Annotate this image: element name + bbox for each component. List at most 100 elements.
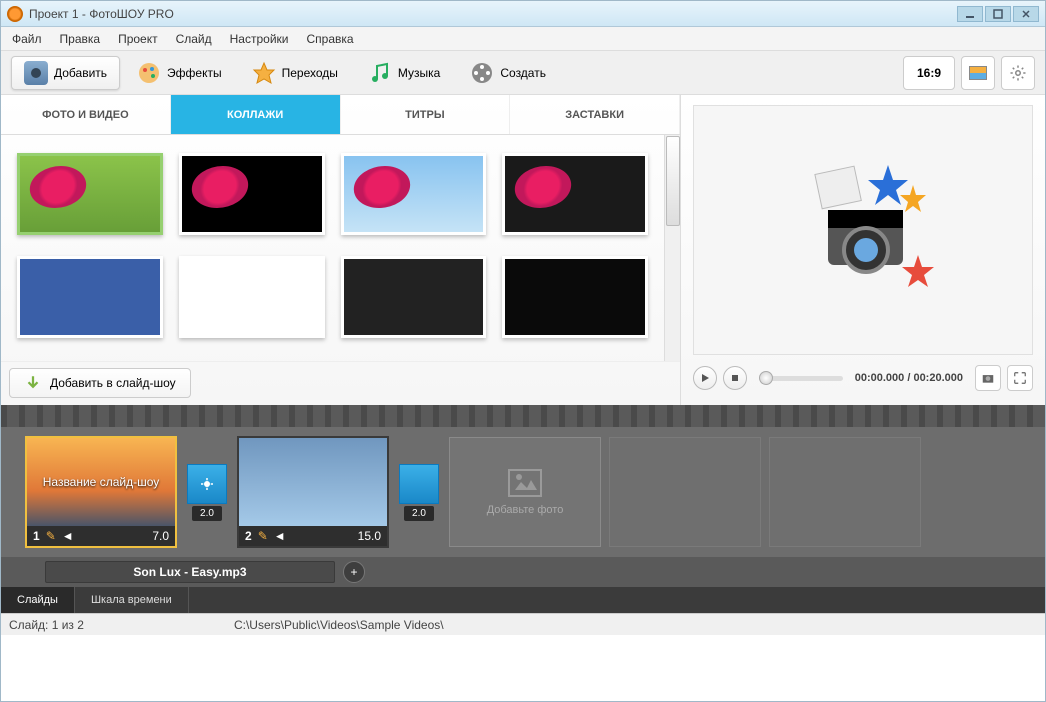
menu-slide[interactable]: Слайд	[167, 29, 221, 49]
music-icon	[368, 61, 392, 85]
menu-settings[interactable]: Настройки	[221, 29, 298, 49]
view-tabs: Слайды Шкала времени	[1, 587, 1045, 613]
add-audio-button[interactable]: +	[343, 561, 365, 583]
slide-duration: 7.0	[152, 529, 169, 543]
subtab-photo-video[interactable]: ФОТО И ВИДЕО	[1, 95, 171, 134]
slide-duration: 15.0	[358, 529, 381, 543]
transition[interactable]: 2.0	[185, 464, 229, 521]
camera-icon	[981, 371, 995, 385]
timeline-slide[interactable]: 2 ✎ ◄ 15.0	[237, 436, 389, 548]
music-tab-label: Музыка	[398, 66, 440, 80]
transition[interactable]: 2.0	[397, 464, 441, 521]
edit-icon[interactable]: ✎	[46, 529, 56, 543]
edit-icon[interactable]: ✎	[258, 529, 268, 543]
audio-clip[interactable]: Son Lux - Easy.mp3	[45, 561, 335, 583]
palette-icon	[137, 61, 161, 85]
window-title: Проект 1 - ФотоШОУ PRO	[29, 7, 955, 21]
stop-button[interactable]	[723, 366, 747, 390]
collage-thumbnails	[1, 135, 664, 361]
background-button[interactable]	[961, 56, 995, 90]
slide-number: 1	[33, 529, 40, 543]
play-button[interactable]	[693, 366, 717, 390]
collage-thumb[interactable]	[179, 153, 325, 235]
audio-track: Son Lux - Easy.mp3 +	[1, 557, 1045, 587]
transition-duration: 2.0	[404, 506, 434, 521]
image-icon	[969, 66, 987, 80]
collage-thumb[interactable]	[17, 256, 163, 338]
slides-row: Название слайд-шоу 1 ✎ ◄ 7.0 2.0 2 ✎ ◄ 1…	[1, 427, 1045, 557]
time-display: 00:00.000 / 00:20.000	[855, 372, 963, 384]
subtab-titles[interactable]: ТИТРЫ	[341, 95, 511, 134]
add-to-slideshow-label: Добавить в слайд-шоу	[50, 376, 176, 390]
create-tab[interactable]: Создать	[457, 56, 559, 90]
menu-help[interactable]: Справка	[297, 29, 362, 49]
timeline-slide[interactable]: Название слайд-шоу 1 ✎ ◄ 7.0	[25, 436, 177, 548]
menu-project[interactable]: Проект	[109, 29, 167, 49]
collage-thumb[interactable]	[502, 256, 648, 338]
add-tab-label: Добавить	[54, 66, 107, 80]
work-area: ФОТО И ВИДЕО КОЛЛАЖИ ТИТРЫ ЗАСТАВКИ Доба…	[1, 95, 1045, 405]
statusbar: Слайд: 1 из 2 C:\Users\Public\Videos\Sam…	[1, 613, 1045, 635]
add-to-slideshow-button[interactable]: Добавить в слайд-шоу	[9, 368, 191, 398]
gear-icon	[1009, 64, 1027, 82]
settings-button[interactable]	[1001, 56, 1035, 90]
collage-thumb[interactable]	[179, 256, 325, 338]
menu-file[interactable]: Файл	[3, 29, 51, 49]
snapshot-button[interactable]	[975, 365, 1001, 391]
menubar: Файл Правка Проект Слайд Настройки Справ…	[1, 27, 1045, 51]
collage-thumb[interactable]	[341, 256, 487, 338]
thumbnails-scrollbar[interactable]	[664, 135, 680, 361]
empty-slot[interactable]	[769, 437, 921, 547]
star-icon	[252, 61, 276, 85]
view-tab-timeline[interactable]: Шкала времени	[75, 587, 189, 613]
subtab-intros[interactable]: ЗАСТАВКИ	[510, 95, 680, 134]
placeholder-label: Добавьте фото	[487, 504, 564, 516]
status-slide-info: Слайд: 1 из 2	[9, 618, 84, 632]
sound-icon[interactable]: ◄	[274, 529, 286, 543]
effects-tab[interactable]: Эффекты	[124, 56, 235, 90]
aspect-ratio-button[interactable]: 16:9	[903, 56, 955, 90]
slide-number: 2	[245, 529, 252, 543]
preview-canvas	[693, 105, 1033, 355]
transitions-tab-label: Переходы	[282, 66, 338, 80]
sub-tabs: ФОТО И ВИДЕО КОЛЛАЖИ ТИТРЫ ЗАСТАВКИ	[1, 95, 680, 135]
transition-icon	[198, 475, 216, 493]
collage-thumb[interactable]	[502, 153, 648, 235]
slide-thumbnail	[239, 438, 387, 526]
add-photo-placeholder[interactable]: Добавьте фото	[449, 437, 601, 547]
slide-thumbnail: Название слайд-шоу	[27, 438, 175, 526]
view-tab-slides[interactable]: Слайды	[1, 587, 75, 613]
preview-art	[788, 160, 938, 300]
content-pane: ФОТО И ВИДЕО КОЛЛАЖИ ТИТРЫ ЗАСТАВКИ Доба…	[1, 95, 681, 405]
image-placeholder-icon	[507, 468, 543, 498]
subtab-collages[interactable]: КОЛЛАЖИ	[171, 95, 341, 134]
maximize-button[interactable]	[985, 6, 1011, 22]
fullscreen-icon	[1013, 371, 1027, 385]
collage-thumb[interactable]	[341, 153, 487, 235]
close-button[interactable]	[1013, 6, 1039, 22]
transition-duration: 2.0	[192, 506, 222, 521]
status-path: C:\Users\Public\Videos\Sample Videos\	[234, 618, 444, 632]
effects-tab-label: Эффекты	[167, 66, 222, 80]
camera-icon	[24, 61, 48, 85]
film-strip	[1, 405, 1045, 427]
sound-icon[interactable]: ◄	[62, 529, 74, 543]
download-arrow-icon	[24, 374, 42, 392]
collage-thumb[interactable]	[17, 153, 163, 235]
titlebar: Проект 1 - ФотоШОУ PRO	[1, 1, 1045, 27]
timeline: Название слайд-шоу 1 ✎ ◄ 7.0 2.0 2 ✎ ◄ 1…	[1, 405, 1045, 587]
app-icon	[7, 6, 23, 22]
add-tab[interactable]: Добавить	[11, 56, 120, 90]
create-tab-label: Создать	[500, 66, 546, 80]
seek-slider[interactable]	[759, 376, 843, 381]
fullscreen-button[interactable]	[1007, 365, 1033, 391]
preview-controls: 00:00.000 / 00:20.000	[693, 361, 1033, 395]
music-tab[interactable]: Музыка	[355, 56, 453, 90]
menu-edit[interactable]: Правка	[51, 29, 110, 49]
reel-icon	[470, 61, 494, 85]
main-toolbar: Добавить Эффекты Переходы Музыка Создать…	[1, 51, 1045, 95]
preview-pane: 00:00.000 / 00:20.000	[681, 95, 1045, 405]
minimize-button[interactable]	[957, 6, 983, 22]
empty-slot[interactable]	[609, 437, 761, 547]
transitions-tab[interactable]: Переходы	[239, 56, 351, 90]
